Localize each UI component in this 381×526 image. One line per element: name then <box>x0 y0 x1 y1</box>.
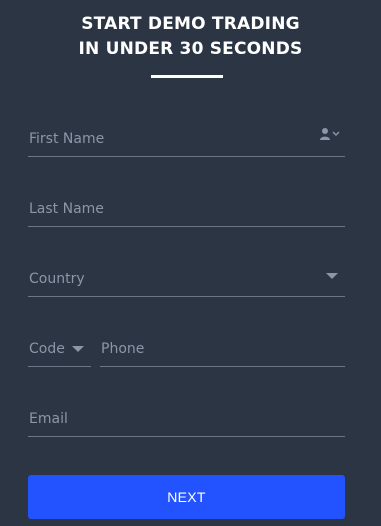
page-title-line-2: IN UNDER 30 SECONDS <box>78 39 303 59</box>
caret-down-icon[interactable] <box>326 273 338 279</box>
phone-placeholder: Phone <box>101 341 145 357</box>
last-name-field[interactable]: Last Name <box>28 193 345 227</box>
country-placeholder: Country <box>29 271 85 287</box>
last-name-placeholder: Last Name <box>29 201 104 217</box>
page-title-line-1: START DEMO TRADING <box>81 14 300 34</box>
phone-code-select[interactable]: Code <box>28 333 91 367</box>
email-placeholder: Email <box>29 411 68 427</box>
code-placeholder: Code <box>29 341 65 357</box>
first-name-field[interactable]: First Name <box>28 123 345 157</box>
country-select[interactable]: Country <box>28 263 345 297</box>
first-name-placeholder: First Name <box>29 131 105 147</box>
caret-down-icon[interactable] <box>72 346 84 352</box>
phone-field[interactable]: Phone <box>100 333 345 367</box>
demo-signup-panel: START DEMO TRADING IN UNDER 30 SECONDS F… <box>0 0 381 526</box>
email-field[interactable]: Email <box>28 403 345 437</box>
next-button[interactable]: NEXT <box>28 475 345 519</box>
user-autofill-icon[interactable] <box>319 127 341 141</box>
title-underline <box>151 75 223 78</box>
page-title: START DEMO TRADING IN UNDER 30 SECONDS <box>0 12 381 62</box>
